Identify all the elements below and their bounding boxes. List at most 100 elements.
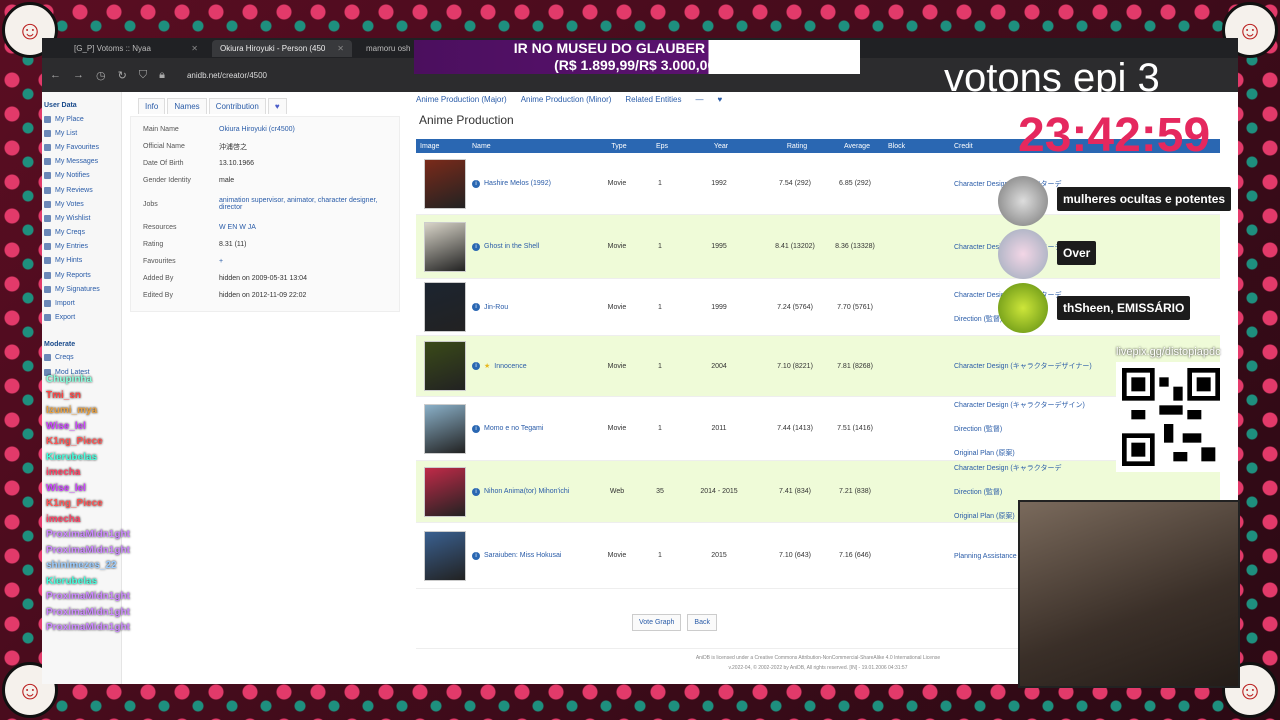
anime-poster[interactable]	[424, 341, 466, 391]
average-cell: 7.70 (5761)	[837, 303, 873, 311]
info-icon[interactable]: i	[472, 551, 480, 560]
sidebar-item[interactable]: My Signatures	[42, 282, 121, 296]
sidebar-item-label: My Reports	[55, 271, 91, 279]
info-icon[interactable]: i	[472, 424, 480, 433]
poster-cell	[416, 155, 468, 213]
anime-name-link[interactable]: Nihon Anima(tor) Mihon'ichi	[484, 488, 569, 495]
anime-name-link[interactable]: Ghost in the Shell	[484, 243, 539, 250]
back-arrow-icon[interactable]: ←	[50, 69, 61, 81]
history-icon[interactable]: ◷	[96, 69, 106, 82]
sidebar-item[interactable]: My Entries	[42, 240, 121, 254]
sidebar-item[interactable]: Creqs	[42, 351, 121, 365]
heart-icon[interactable]: ♥	[717, 95, 722, 104]
sidebar-item[interactable]: My Wishlist	[42, 211, 121, 225]
name-cell: i Nihon Anima(tor) Mihon'ichi	[468, 487, 588, 496]
info-value[interactable]: animation supervisor, animator, characte…	[219, 197, 387, 211]
info-icon[interactable]: i	[472, 303, 480, 311]
sidebar-item[interactable]: My Notifies	[42, 169, 121, 183]
col-eps[interactable]: Eps	[646, 143, 674, 150]
heart-icon[interactable]: ♥	[267, 98, 287, 114]
col-type[interactable]: Type	[588, 143, 646, 150]
forward-arrow-icon[interactable]: →	[73, 69, 84, 81]
sidebar-item[interactable]: My Messages	[42, 155, 121, 169]
sidebar-item[interactable]: My Reports	[42, 268, 121, 282]
anime-name-link[interactable]: Hashire Melos (1992)	[484, 180, 551, 187]
tab-names[interactable]: Names	[167, 98, 207, 114]
info-icon[interactable]: i	[472, 362, 480, 370]
sidebar-item[interactable]: My List	[42, 126, 121, 140]
col-average[interactable]: Average	[826, 143, 884, 150]
chat-username: Kierubelas	[46, 451, 98, 463]
average-cell: 7.51 (1416)	[837, 425, 873, 432]
anime-poster[interactable]	[424, 221, 466, 272]
subnav-collapse[interactable]: —	[695, 95, 703, 104]
sidebar-item[interactable]: My Hints	[42, 254, 121, 268]
vote-graph-button[interactable]: Vote Graph	[632, 614, 682, 631]
year-cell: 1995	[711, 243, 727, 250]
url-input[interactable]: anidb.net/creator/4500	[187, 71, 267, 80]
info-icon[interactable]: i	[472, 242, 480, 251]
info-value[interactable]: +	[219, 258, 387, 265]
tab-label: Okiura Hiroyuki - Person (450	[220, 43, 326, 53]
back-button[interactable]: Back	[687, 614, 717, 631]
anime-name-link[interactable]: Momo e no Tegami	[484, 425, 543, 432]
anime-name-link[interactable]: Innocence	[494, 363, 526, 370]
rating-cell: 7.41 (834)	[779, 488, 811, 495]
star-icon: ★	[484, 363, 491, 370]
anime-poster[interactable]	[424, 158, 466, 209]
info-icon[interactable]: i	[472, 179, 480, 188]
close-icon[interactable]: ✕	[337, 44, 344, 53]
name-cell: i Jin-Rou	[468, 303, 588, 311]
subnav-minor[interactable]: Anime Production (Minor)	[521, 95, 612, 104]
anime-poster[interactable]	[424, 282, 466, 332]
sidebar-item-label: Export	[55, 314, 76, 322]
qr-code	[1116, 362, 1226, 472]
sidebar-item[interactable]: Export	[42, 311, 121, 325]
info-value[interactable]: Okiura Hiroyuki (cr4500)	[219, 126, 387, 133]
sidebar-item[interactable]: My Favourites	[42, 140, 121, 154]
col-name[interactable]: Name	[468, 143, 588, 150]
col-block[interactable]: Block	[884, 143, 950, 150]
anime-poster[interactable]	[424, 466, 466, 517]
info-value[interactable]: W EN W JA	[219, 224, 387, 231]
col-image[interactable]: Image	[416, 143, 468, 150]
subnav-related[interactable]: Related Entities	[625, 95, 681, 104]
browser-tab-anidb[interactable]: Okiura Hiroyuki - Person (450 ✕	[212, 39, 352, 57]
anime-name-link[interactable]: Jin-Rou	[484, 304, 508, 311]
stream-clock: 23:42:59	[1018, 109, 1211, 162]
browser-tab-nyaa[interactable]: [G_P] Votoms :: Nyaa ✕	[66, 40, 206, 57]
shield-icon[interactable]: ⛉	[139, 69, 147, 82]
info-key: Official Name	[143, 143, 185, 150]
anime-poster[interactable]	[424, 403, 466, 454]
average-cell: 7.21 (838)	[839, 488, 871, 495]
subnav-major[interactable]: Anime Production (Major)	[416, 95, 507, 104]
sidebar-item[interactable]: My Votes	[42, 197, 121, 211]
reload-icon[interactable]: ↻	[118, 69, 127, 82]
anime-poster[interactable]	[424, 530, 466, 581]
eps-cell: 35	[656, 488, 664, 495]
tab-contribution[interactable]: Contribution	[208, 98, 266, 114]
menu-item-icon	[44, 172, 51, 180]
name-cell: i ★ Innocence	[468, 362, 588, 370]
sidebar-item[interactable]: My Place	[42, 112, 121, 126]
average-cell: 7.81 (8268)	[837, 362, 873, 370]
type-cell: Web	[609, 488, 625, 495]
sidebar-item[interactable]: Import	[42, 296, 121, 310]
type-cell: Movie	[607, 243, 627, 250]
chat-username: imecha	[46, 467, 81, 478]
info-icon[interactable]: i	[472, 487, 480, 496]
name-cell: i Hashire Melos (1992)	[468, 179, 588, 188]
person-info-box: Main Name Okiura Hiroyuki (cr4500) Officia…	[130, 116, 400, 312]
credit-link[interactable]: Direction (監督)	[954, 487, 1220, 497]
sidebar-item[interactable]: My Reviews	[42, 183, 121, 197]
tab-info[interactable]: Info	[138, 98, 166, 114]
type-cell: Movie	[607, 303, 627, 311]
chat-username: Chupinha	[46, 374, 93, 385]
poster-cell	[416, 527, 468, 585]
sidebar-item[interactable]: My Creqs	[42, 226, 121, 240]
col-rating[interactable]: Rating	[764, 143, 826, 150]
chat-username: ProximaMidn1ght	[46, 591, 130, 602]
anime-name-link[interactable]: Saraiuben: Miss Hokusai	[484, 552, 561, 559]
close-icon[interactable]: ✕	[191, 44, 198, 53]
col-year[interactable]: Year	[674, 143, 764, 150]
